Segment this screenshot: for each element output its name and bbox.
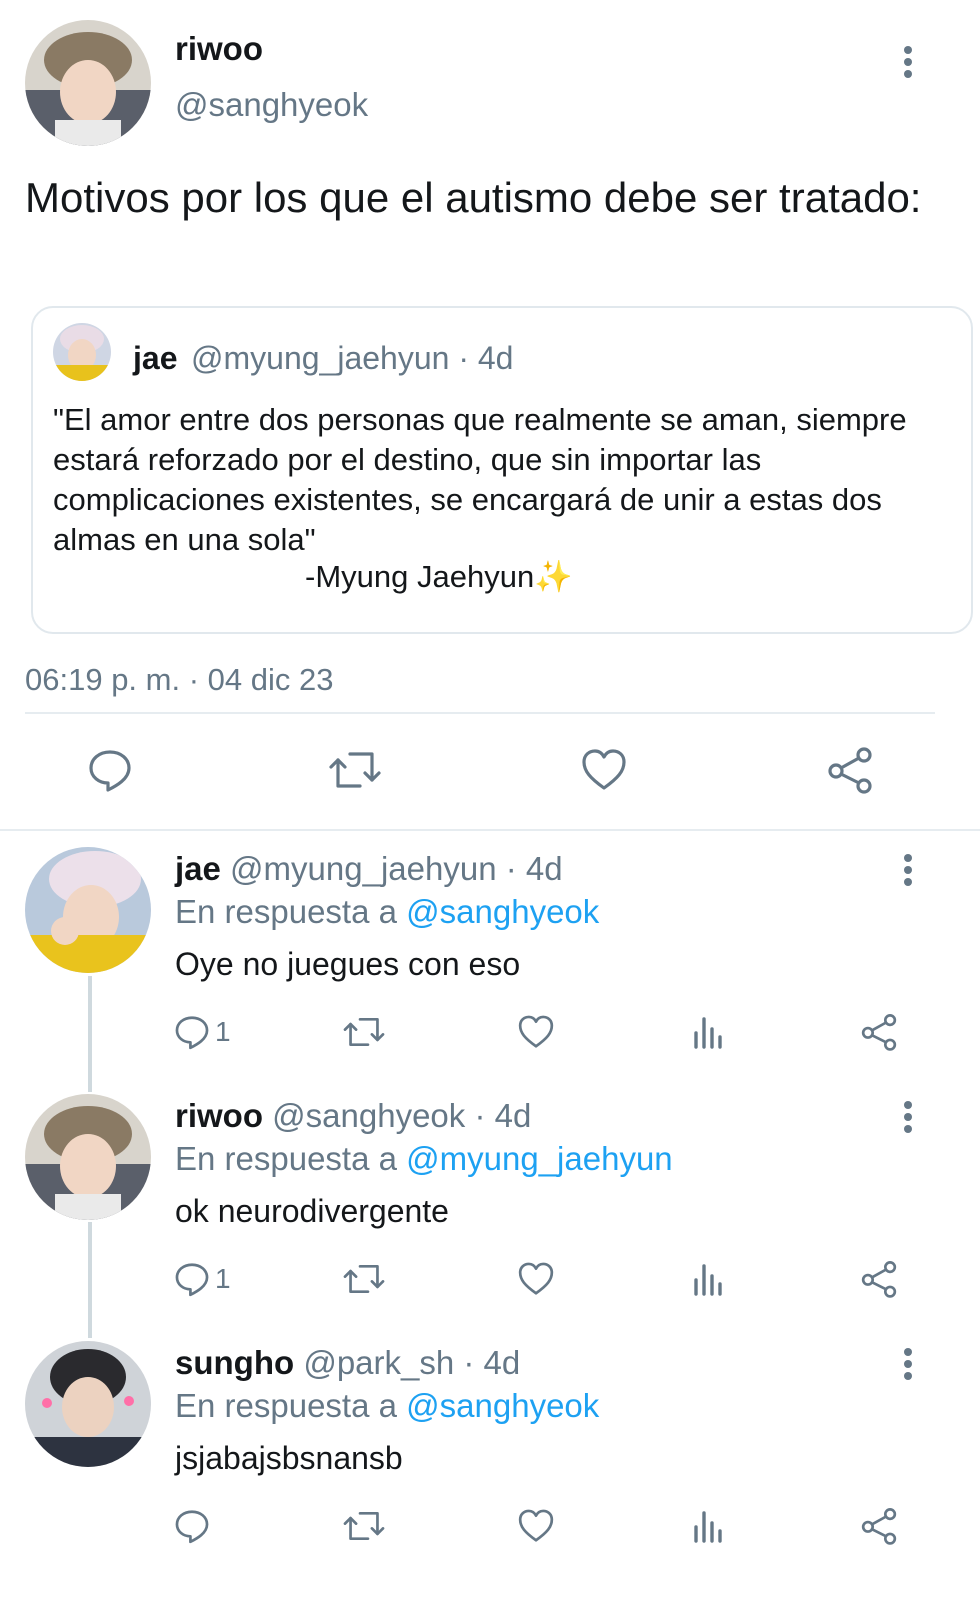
reply-count: 1: [215, 1016, 231, 1047]
quoted-text: "El amor entre dos personas que realment…: [53, 402, 907, 557]
like-icon[interactable]: [580, 746, 628, 794]
analytics-icon[interactable]: [692, 1013, 726, 1051]
reply-context: En respuesta a @sanghyeok: [175, 1387, 599, 1425]
mention-link[interactable]: @sanghyeok: [406, 893, 599, 930]
share-icon[interactable]: [826, 746, 874, 794]
like-icon[interactable]: [516, 1013, 556, 1051]
reply-icon[interactable]: [173, 1507, 215, 1545]
reply-header: jae @myung_jaehyun · 4d: [175, 850, 563, 888]
sparkles-emoji: ✨: [534, 559, 573, 594]
reply-prefix: En respuesta a: [175, 1387, 407, 1424]
reply-icon[interactable]: 1: [173, 1260, 231, 1298]
more-options-icon[interactable]: [893, 42, 923, 82]
reply-text: jsjabajsbsnansb: [175, 1440, 403, 1476]
retweet-icon[interactable]: [328, 746, 382, 794]
reply-author-name[interactable]: riwoo: [175, 1097, 263, 1134]
retweet-icon[interactable]: [342, 1013, 386, 1051]
retweet-icon[interactable]: [342, 1260, 386, 1298]
tweet-header: riwoo @sanghyeok: [0, 0, 980, 160]
retweet-icon[interactable]: [342, 1507, 386, 1545]
analytics-icon[interactable]: [692, 1507, 726, 1545]
reply-prefix: En respuesta a: [175, 1140, 407, 1177]
analytics-icon[interactable]: [692, 1260, 726, 1298]
reply-author-name[interactable]: sungho: [175, 1344, 294, 1381]
share-icon[interactable]: [860, 1260, 898, 1298]
tweet-text: Motivos por los que el autismo debe ser …: [25, 174, 922, 221]
reply-meta: @park_sh · 4d: [303, 1344, 521, 1381]
reply-count: 1: [215, 1263, 231, 1294]
like-icon[interactable]: [516, 1260, 556, 1298]
reply-header: sungho @park_sh · 4d: [175, 1344, 520, 1382]
reply-meta: @sanghyeok · 4d: [272, 1097, 532, 1134]
reply-prefix: En respuesta a: [175, 893, 407, 930]
avatar-riwoo[interactable]: [25, 1094, 151, 1220]
reply-text: Oye no juegues con eso: [175, 946, 521, 982]
mention-link[interactable]: @myung_jaehyun: [406, 1140, 673, 1177]
quoted-tweet-card[interactable]: jae @myung_jaehyun · 4d "El amor entre d…: [31, 306, 973, 634]
reply-author-name[interactable]: jae: [175, 850, 221, 887]
reply-text: ok neurodivergente: [175, 1193, 449, 1229]
quoted-signature: -Myung Jaehyun✨: [305, 558, 573, 595]
more-options-icon[interactable]: [893, 850, 923, 890]
avatar-jae: [53, 323, 111, 381]
reply-icon[interactable]: 1: [173, 1013, 231, 1051]
reply-header: riwoo @sanghyeok · 4d: [175, 1097, 531, 1135]
avatar-sungho[interactable]: [25, 1341, 151, 1467]
share-icon[interactable]: [860, 1013, 898, 1051]
tweet-timestamp: 06:19 p. m. · 04 dic 23: [25, 662, 334, 697]
thread-connector: [88, 976, 92, 1092]
section-divider: [0, 829, 980, 831]
divider: [25, 712, 935, 714]
signature-text: -Myung Jaehyun: [305, 559, 535, 594]
more-options-icon[interactable]: [893, 1097, 923, 1137]
author-handle[interactable]: @sanghyeok: [175, 86, 368, 124]
share-icon[interactable]: [860, 1507, 898, 1545]
avatar-jae[interactable]: [25, 847, 151, 973]
thread-connector: [88, 1222, 92, 1338]
reply-context: En respuesta a @sanghyeok: [175, 893, 599, 931]
reply-meta: @myung_jaehyun · 4d: [230, 850, 563, 887]
quoted-meta: @myung_jaehyun · 4d: [191, 340, 514, 376]
more-options-icon[interactable]: [893, 1344, 923, 1384]
mention-link[interactable]: @sanghyeok: [406, 1387, 599, 1424]
avatar-riwoo[interactable]: [25, 20, 151, 146]
author-name[interactable]: riwoo: [175, 30, 263, 68]
quoted-author-name: jae: [133, 340, 178, 376]
reply-icon[interactable]: [86, 746, 134, 794]
reply-context: En respuesta a @myung_jaehyun: [175, 1140, 673, 1178]
like-icon[interactable]: [516, 1507, 556, 1545]
